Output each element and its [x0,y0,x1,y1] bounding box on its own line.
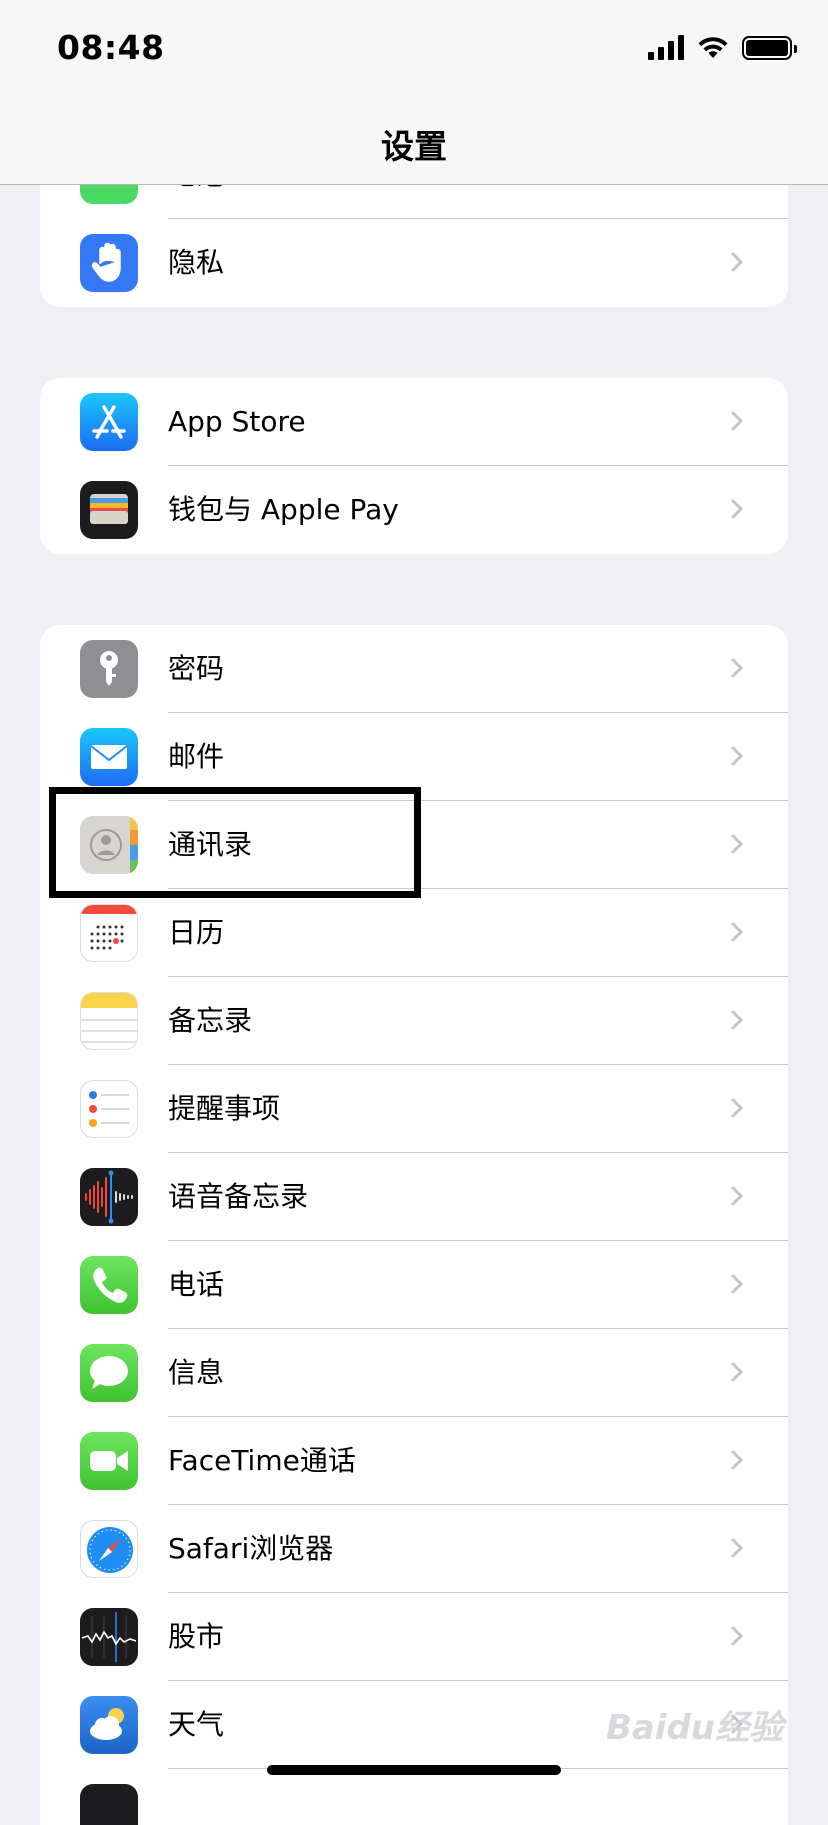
chevron-right-icon [731,1538,743,1558]
settings-row-facetime[interactable]: FaceTime通话 [40,1417,788,1505]
settings-row-label: App Store [168,405,306,438]
chevron-right-icon [731,1274,743,1294]
phone-icon [80,1256,138,1314]
status-time: 08:48 [57,28,165,67]
settings-row-label: 备忘录 [168,1004,253,1037]
settings-row-label: 隐私 [168,246,225,279]
settings-row-label: 股市 [168,1620,225,1653]
settings-row-label: 信息 [168,1356,225,1389]
notes-icon [80,992,138,1050]
settings-row-label: Safari浏览器 [168,1532,334,1565]
key-icon [80,640,138,698]
chevron-right-icon [731,252,743,272]
calendar-icon [80,904,138,962]
page-title: 设置 [381,127,447,166]
chevron-right-icon [731,1362,743,1382]
app-store-icon [80,393,138,451]
settings-row-wallet[interactable]: 钱包与 Apple Pay [40,466,788,554]
chevron-right-icon [731,1010,743,1030]
settings-row-label: 语音备忘录 [168,1180,309,1213]
watermark-logo: Baidu经验 [605,1708,783,1748]
cellular-signal-icon [648,34,684,60]
settings-row-voice-memos[interactable]: 语音备忘录 [40,1153,788,1241]
mail-icon [80,728,138,786]
settings-row-reminders[interactable]: 提醒事项 [40,1065,788,1153]
facetime-icon [80,1432,138,1490]
chevron-right-icon [731,746,743,766]
settings-row-stocks[interactable]: 股市 [40,1593,788,1681]
messages-icon [80,1344,138,1402]
settings-row-phone[interactable]: 电话 [40,1241,788,1329]
settings-row-messages[interactable]: 信息 [40,1329,788,1417]
stocks-icon [80,1608,138,1666]
settings-row-label: 电话 [168,1268,225,1301]
chevron-right-icon [731,1186,743,1206]
settings-row-label: FaceTime通话 [168,1444,356,1477]
chevron-right-icon [731,1098,743,1118]
chevron-right-icon [731,658,743,678]
settings-row-label: 密码 [168,652,225,685]
chevron-right-icon [731,922,743,942]
settings-row-label: 提醒事项 [168,1092,281,1125]
voice-memos-icon [80,1168,138,1226]
navigation-bar: 设置 [0,100,828,185]
home-indicator[interactable] [267,1765,561,1775]
weather-icon [80,1696,138,1754]
wifi-icon [698,37,728,58]
settings-row-app-store[interactable]: App Store [40,378,788,466]
battery-status-icon [742,36,797,60]
app-icon [80,1784,138,1825]
settings-row-notes[interactable]: 备忘录 [40,977,788,1065]
chevron-right-icon [731,1626,743,1646]
status-bar: 08:48 [0,0,828,100]
chevron-right-icon [731,499,743,519]
chevron-right-icon [731,1450,743,1470]
settings-group-2: App Store 钱包与 Apple Pay [40,378,788,554]
settings-row-label: 天气 [168,1708,225,1741]
chevron-right-icon [731,411,743,431]
wallet-icon [80,481,138,539]
settings-row-calendar[interactable]: 日历 [40,889,788,977]
hand-icon [80,234,138,292]
settings-row-privacy[interactable]: 隐私 [40,219,788,307]
settings-row-label: 日历 [168,916,225,949]
status-icons [648,34,797,60]
safari-icon [80,1520,138,1578]
reminders-icon [80,1080,138,1138]
settings-row-next[interactable] [40,1769,788,1825]
settings-row-passwords[interactable]: 密码 [40,625,788,713]
settings-row-label: 钱包与 Apple Pay [168,493,399,526]
settings-row-safari[interactable]: Safari浏览器 [40,1505,788,1593]
highlight-box [49,787,421,898]
chevron-right-icon [731,834,743,854]
